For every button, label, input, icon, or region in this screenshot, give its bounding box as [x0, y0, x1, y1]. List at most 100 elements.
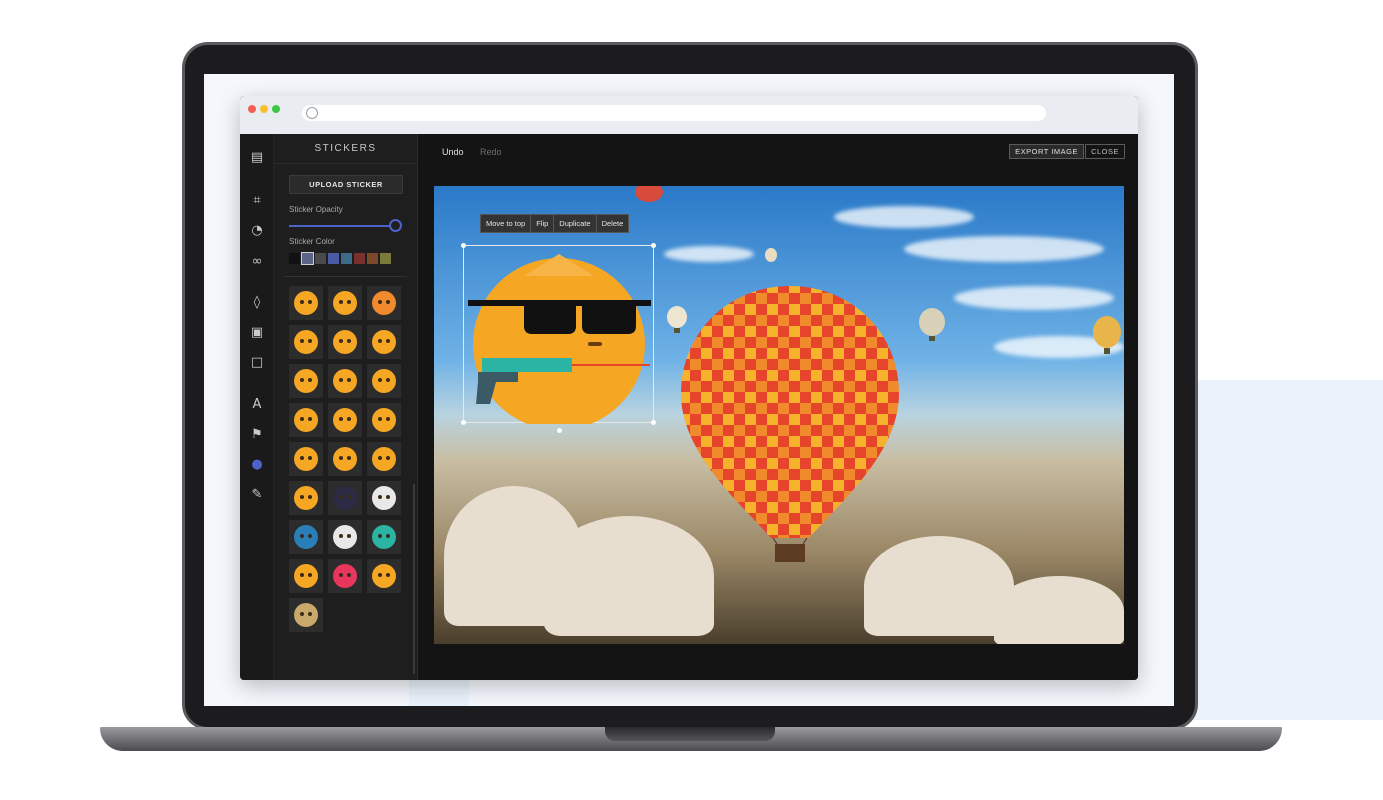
- drop-icon[interactable]: ◊: [249, 295, 265, 311]
- redo-button[interactable]: Redo: [480, 147, 502, 157]
- sticker-item[interactable]: [367, 481, 401, 515]
- overlay-icon[interactable]: □: [249, 355, 265, 371]
- address-bar[interactable]: [302, 105, 1046, 121]
- emoji-sticker-icon: [333, 525, 357, 549]
- resize-handle[interactable]: [651, 243, 656, 248]
- undo-button[interactable]: Undo: [442, 147, 464, 157]
- sticker-item[interactable]: [367, 325, 401, 359]
- emoji-sticker-icon: [372, 486, 396, 510]
- sticker-item[interactable]: [367, 286, 401, 320]
- sticker-item[interactable]: [367, 442, 401, 476]
- emoji-sticker-icon: [372, 564, 396, 588]
- sticker-item[interactable]: [289, 520, 323, 554]
- cool-face-sticker[interactable]: [464, 246, 655, 430]
- page: ▤ ⌗ ◔ ∞ ◊ ▣ □ A ⚑ ● ✎ STICKERS UPLOAD ST…: [0, 0, 1383, 800]
- sticker-item[interactable]: [328, 364, 362, 398]
- divider: [284, 276, 407, 277]
- move-to-top-button[interactable]: Move to top: [481, 215, 532, 232]
- emoji-sticker-icon: [294, 330, 318, 354]
- emoji-sticker-icon: [333, 291, 357, 315]
- color-swatch[interactable]: [380, 253, 391, 264]
- sticker-item[interactable]: [328, 442, 362, 476]
- sticker-item[interactable]: [328, 559, 362, 593]
- emoji-sticker-icon: [294, 603, 318, 627]
- sticker-item[interactable]: [289, 442, 323, 476]
- minimize-window-dot[interactable]: [260, 105, 268, 113]
- sticker-selection[interactable]: [461, 243, 656, 433]
- close-window-dot[interactable]: [248, 105, 256, 113]
- workspace: Undo Redo EXPORT IMAGE CLOSE Move to top…: [418, 134, 1138, 680]
- brush-icon[interactable]: ✎: [249, 487, 265, 503]
- small-balloon: [667, 306, 687, 333]
- rotate-handle[interactable]: [557, 428, 562, 433]
- sticker-item[interactable]: [289, 364, 323, 398]
- sticker-item[interactable]: [289, 598, 323, 632]
- sticker-item[interactable]: [367, 559, 401, 593]
- sticker-grid: [289, 286, 407, 680]
- duplicate-button[interactable]: Duplicate: [554, 215, 597, 232]
- browser-window: ▤ ⌗ ◔ ∞ ◊ ▣ □ A ⚑ ● ✎ STICKERS UPLOAD ST…: [240, 96, 1138, 680]
- color-label: Sticker Color: [289, 237, 335, 246]
- sticker-item[interactable]: [289, 403, 323, 437]
- color-swatch[interactable]: [328, 253, 339, 264]
- sticker-item[interactable]: [328, 286, 362, 320]
- text-icon[interactable]: A: [249, 397, 265, 413]
- emoji-sticker-icon: [294, 291, 318, 315]
- upload-sticker-button[interactable]: UPLOAD STICKER: [289, 175, 403, 194]
- resize-handle[interactable]: [651, 420, 656, 425]
- cloud: [904, 236, 1104, 262]
- opacity-slider-handle[interactable]: [388, 219, 402, 232]
- color-swatch[interactable]: [301, 252, 314, 265]
- flip-button[interactable]: Flip: [531, 215, 555, 232]
- emoji-sticker-icon: [372, 369, 396, 393]
- document-icon[interactable]: ▤: [249, 150, 265, 166]
- delete-button[interactable]: Delete: [597, 215, 629, 232]
- frame-icon[interactable]: ▣: [249, 325, 265, 341]
- emoji-sticker-icon: [294, 564, 318, 588]
- small-balloon: [765, 248, 777, 262]
- sticker-item[interactable]: [328, 403, 362, 437]
- close-button[interactable]: CLOSE: [1085, 144, 1125, 159]
- adjust-icon[interactable]: ◔: [249, 223, 265, 239]
- color-swatch[interactable]: [354, 253, 365, 264]
- sticker-item[interactable]: [289, 325, 323, 359]
- emoji-sticker-icon: [333, 330, 357, 354]
- opacity-label: Sticker Opacity: [289, 205, 343, 214]
- emoji-sticker-icon: [294, 447, 318, 471]
- color-swatch[interactable]: [341, 253, 352, 264]
- sticker-item[interactable]: [367, 403, 401, 437]
- resize-handle[interactable]: [461, 420, 466, 425]
- color-swatch[interactable]: [315, 253, 326, 264]
- sticker-item[interactable]: [289, 481, 323, 515]
- color-swatch[interactable]: [367, 253, 378, 264]
- sticker-panel: STICKERS UPLOAD STICKER Sticker Opacity …: [274, 134, 418, 680]
- emoji-sticker-icon: [333, 369, 357, 393]
- photo-editor-app: ▤ ⌗ ◔ ∞ ◊ ▣ □ A ⚑ ● ✎ STICKERS UPLOAD ST…: [240, 134, 1138, 680]
- sticker-item[interactable]: [328, 325, 362, 359]
- sticker-item[interactable]: [367, 520, 401, 554]
- small-balloon: [919, 308, 945, 341]
- laptop-notch: [605, 727, 775, 741]
- bookmark-icon[interactable]: ⚑: [249, 427, 265, 443]
- crop-icon[interactable]: ⌗: [249, 193, 265, 209]
- resize-handle[interactable]: [461, 243, 466, 248]
- sticker-item[interactable]: [328, 520, 362, 554]
- sticker-item[interactable]: [289, 559, 323, 593]
- sticker-item[interactable]: [328, 481, 362, 515]
- emoji-sticker-icon: [294, 369, 318, 393]
- tool-rail: ▤ ⌗ ◔ ∞ ◊ ▣ □ A ⚑ ● ✎: [240, 134, 274, 680]
- cloud: [664, 246, 754, 262]
- sticker-icon[interactable]: ●: [249, 457, 265, 473]
- opacity-slider[interactable]: [289, 225, 399, 227]
- emoji-sticker-icon: [333, 408, 357, 432]
- image-canvas[interactable]: Move to top Flip Duplicate Delete: [434, 186, 1124, 644]
- export-image-button[interactable]: EXPORT IMAGE: [1009, 144, 1084, 159]
- sticker-item[interactable]: [367, 364, 401, 398]
- sticker-item[interactable]: [289, 286, 323, 320]
- maximize-window-dot[interactable]: [272, 105, 280, 113]
- emoji-sticker-icon: [294, 486, 318, 510]
- color-swatch[interactable]: [289, 253, 300, 264]
- laptop-screen: ▤ ⌗ ◔ ∞ ◊ ▣ □ A ⚑ ● ✎ STICKERS UPLOAD ST…: [204, 74, 1174, 706]
- sticker-scrollbar[interactable]: [413, 484, 415, 674]
- filters-icon[interactable]: ∞: [249, 254, 265, 270]
